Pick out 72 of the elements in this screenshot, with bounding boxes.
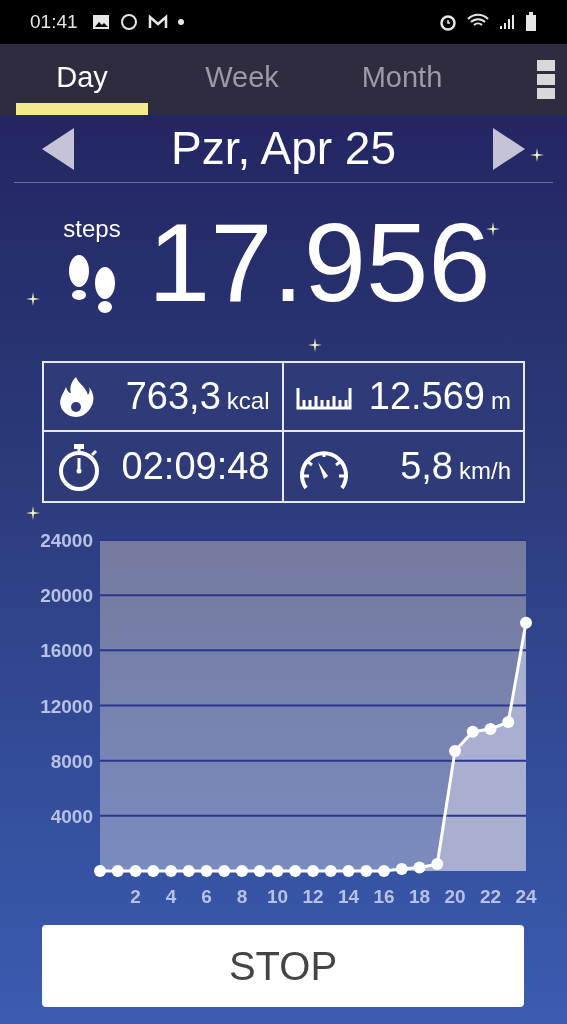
data-point — [342, 865, 355, 877]
data-point — [111, 865, 124, 877]
sparkle-icon — [26, 292, 40, 306]
stat-value: 02:09:48 — [121, 444, 270, 489]
data-point — [271, 865, 284, 877]
data-point — [218, 865, 231, 877]
previous-day-button[interactable] — [42, 127, 74, 170]
data-point — [94, 865, 106, 877]
data-point — [165, 865, 177, 877]
y-tick-label: 8000 — [50, 750, 93, 772]
image-icon — [91, 14, 110, 30]
alarm-icon — [439, 13, 457, 31]
x-tick-label: 18 — [408, 886, 431, 907]
data-point — [520, 616, 532, 629]
step-count: 17.956 — [148, 207, 491, 319]
data-point — [182, 865, 195, 877]
data-point — [129, 865, 142, 877]
data-point — [431, 858, 444, 871]
tab[interactable]: Week — [176, 44, 308, 115]
y-tick-label: 4000 — [50, 805, 93, 827]
data-point — [413, 861, 426, 874]
stop-button[interactable]: STOP — [42, 925, 524, 1007]
data-point — [147, 865, 160, 877]
x-tick-label: 8 — [236, 886, 248, 907]
data-point — [253, 865, 266, 877]
y-tick-label: 16000 — [40, 640, 93, 662]
status-time: 01:41 — [30, 9, 78, 34]
next-day-button[interactable] — [493, 127, 525, 170]
sparkle-icon — [26, 506, 40, 520]
tab[interactable]: Month — [336, 44, 468, 115]
data-point — [289, 865, 302, 877]
data-point — [236, 865, 248, 877]
x-tick-label: 20 — [444, 886, 466, 907]
stopwatch-icon — [56, 442, 102, 491]
data-point — [378, 865, 390, 877]
x-tick-label: 22 — [479, 886, 502, 907]
data-point — [395, 862, 408, 875]
x-tick-label: 16 — [373, 886, 395, 907]
date-title: Pzr, Apr 25 — [170, 121, 397, 176]
mail-icon — [147, 14, 168, 30]
signal-icon — [499, 14, 515, 30]
steps-label: steps — [63, 214, 121, 244]
tab[interactable]: Day — [16, 44, 148, 115]
data-point — [484, 722, 497, 735]
dot-icon — [177, 19, 184, 25]
y-tick-label: 20000 — [40, 585, 93, 607]
x-tick-label: 14 — [337, 886, 360, 907]
sparkle-icon — [530, 148, 544, 162]
stat-value: 12.569 — [368, 374, 485, 419]
x-tick-label: 6 — [201, 886, 212, 907]
sparkle-icon — [308, 338, 322, 352]
data-point — [466, 725, 479, 738]
data-point — [324, 865, 337, 877]
data-point — [502, 716, 515, 729]
stat-value: 763,3 — [125, 374, 221, 419]
data-point — [360, 865, 373, 877]
x-tick-label: 2 — [130, 886, 141, 907]
x-tick-label: 4 — [165, 886, 177, 907]
sparkle-icon — [486, 222, 500, 236]
x-tick-label: 24 — [515, 886, 537, 907]
stat-unit: m — [491, 386, 511, 416]
stat-unit: kcal — [226, 386, 270, 416]
x-tick-label: 10 — [266, 886, 289, 907]
x-tick-label: 12 — [302, 886, 324, 907]
stat-value: 5,8 — [400, 444, 453, 489]
battery-icon — [525, 12, 537, 32]
data-point — [200, 865, 213, 877]
y-tick-label: 12000 — [40, 695, 93, 717]
stat-unit: km/h — [459, 456, 511, 486]
y-tick-label: 24000 — [40, 530, 93, 551]
data-point — [307, 865, 319, 877]
data-point — [449, 745, 461, 757]
